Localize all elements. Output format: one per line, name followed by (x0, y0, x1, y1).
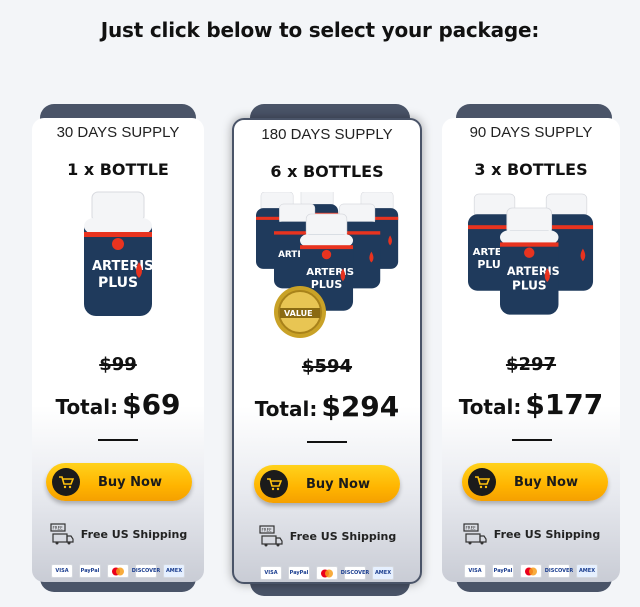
total-price: Total: $69 (32, 388, 204, 421)
discover-icon: DISCOVER (545, 564, 573, 578)
paypal-icon: PayPal (79, 564, 101, 578)
package-card-3: 90 DAYS SUPPLY 3 x BOTTLES ARTERIS PLUS A… (442, 118, 620, 582)
original-price: $297 (505, 354, 557, 375)
total-amount: $294 (321, 390, 400, 423)
amex-icon: AMEX (163, 564, 185, 578)
svg-text:FREE: FREE (261, 528, 272, 533)
total-label: Total: (254, 397, 318, 421)
shipping-info: FREE Free US Shipping (442, 522, 620, 546)
shipping-info: FREE Free US Shipping (234, 524, 420, 548)
buy-now-button[interactable]: Buy Now (46, 463, 192, 501)
svg-text:ARTERIS: ARTERIS (306, 267, 354, 278)
svg-text:FREE: FREE (52, 526, 63, 531)
svg-text:ARTERIS: ARTERIS (507, 265, 560, 278)
bottle: ARTERISPLUS (500, 207, 560, 315)
svg-text:PLUS: PLUS (311, 278, 342, 291)
shipping-label: Free US Shipping (80, 527, 188, 541)
svg-text:ARTERIS: ARTERIS (92, 259, 153, 274)
buy-now-label: Buy Now (98, 474, 162, 490)
discover-icon: DISCOVER (132, 564, 160, 578)
bottle-image: ARTER ARTERIS PLUS VALUE (234, 187, 420, 338)
shipping-info: FREE Free US Shipping (32, 522, 204, 546)
original-price: $99 (99, 354, 137, 375)
free-shipping-icon: FREE (463, 523, 487, 545)
free-shipping-icon: FREE (259, 525, 283, 547)
visa-icon: VISA (260, 566, 282, 580)
visa-icon: VISA (51, 564, 73, 578)
quantity-label: 6 x BOTTLES (270, 162, 384, 181)
cart-icon (468, 468, 496, 496)
original-price: $594 (301, 356, 353, 377)
supply-label: 180 DAYS SUPPLY (261, 126, 393, 143)
visa-icon: VISA (464, 564, 486, 578)
total-price: Total: $294 (234, 390, 420, 423)
total-amount: $69 (122, 388, 181, 421)
quantity-label: 1 x BOTTLE (67, 160, 169, 179)
payment-methods: VISA PayPal DISCOVER AMEX (32, 564, 204, 578)
cart-icon (260, 470, 288, 498)
value-badge-icon: VALUE (274, 286, 326, 338)
svg-text:PLUS: PLUS (512, 279, 547, 293)
svg-text:VALUE: VALUE (284, 309, 313, 318)
bottle-image: ARTERIS PLUS (32, 190, 204, 330)
buy-now-label: Buy Now (306, 476, 370, 492)
supply-label: 30 DAYS SUPPLY (56, 124, 180, 141)
bottle-image: ARTERIS PLUS ARTERIS PLUS (442, 190, 620, 330)
svg-text:FREE: FREE (465, 526, 476, 531)
supply-label: 90 DAYS SUPPLY (469, 124, 593, 141)
total-label: Total: (55, 395, 119, 419)
payment-methods: VISA PayPal DISCOVER AMEX (234, 566, 420, 580)
bottle: ARTERIS PLUS (84, 191, 153, 316)
quantity-label: 3 x BOTTLES (474, 160, 588, 179)
amex-icon: AMEX (372, 566, 394, 580)
discover-icon: DISCOVER (341, 566, 369, 580)
total-label: Total: (458, 395, 522, 419)
divider (98, 439, 138, 441)
mastercard-icon (107, 564, 129, 578)
free-shipping-icon: FREE (50, 523, 74, 545)
package-card-2: 180 DAYS SUPPLY 6 x BOTTLES ARTER ARTERI… (232, 118, 422, 584)
paypal-icon: PayPal (288, 566, 310, 580)
shipping-label: Free US Shipping (289, 529, 397, 543)
divider (512, 439, 552, 441)
payment-methods: VISA PayPal DISCOVER AMEX (442, 564, 620, 578)
shipping-label: Free US Shipping (493, 527, 601, 541)
total-amount: $177 (525, 388, 604, 421)
paypal-icon: PayPal (492, 564, 514, 578)
cart-icon (52, 468, 80, 496)
buy-now-label: Buy Now (514, 474, 578, 490)
svg-text:PLUS: PLUS (98, 275, 138, 291)
mastercard-icon (316, 566, 338, 580)
package-card-1: 30 DAYS SUPPLY 1 x BOTTLE ARTERIS PLUS $… (32, 118, 204, 582)
divider (307, 441, 347, 443)
buy-now-button[interactable]: Buy Now (462, 463, 608, 501)
headline: Just click below to select your package: (100, 18, 540, 42)
amex-icon: AMEX (576, 564, 598, 578)
total-price: Total: $177 (442, 388, 620, 421)
mastercard-icon (520, 564, 542, 578)
buy-now-button[interactable]: Buy Now (254, 465, 400, 503)
